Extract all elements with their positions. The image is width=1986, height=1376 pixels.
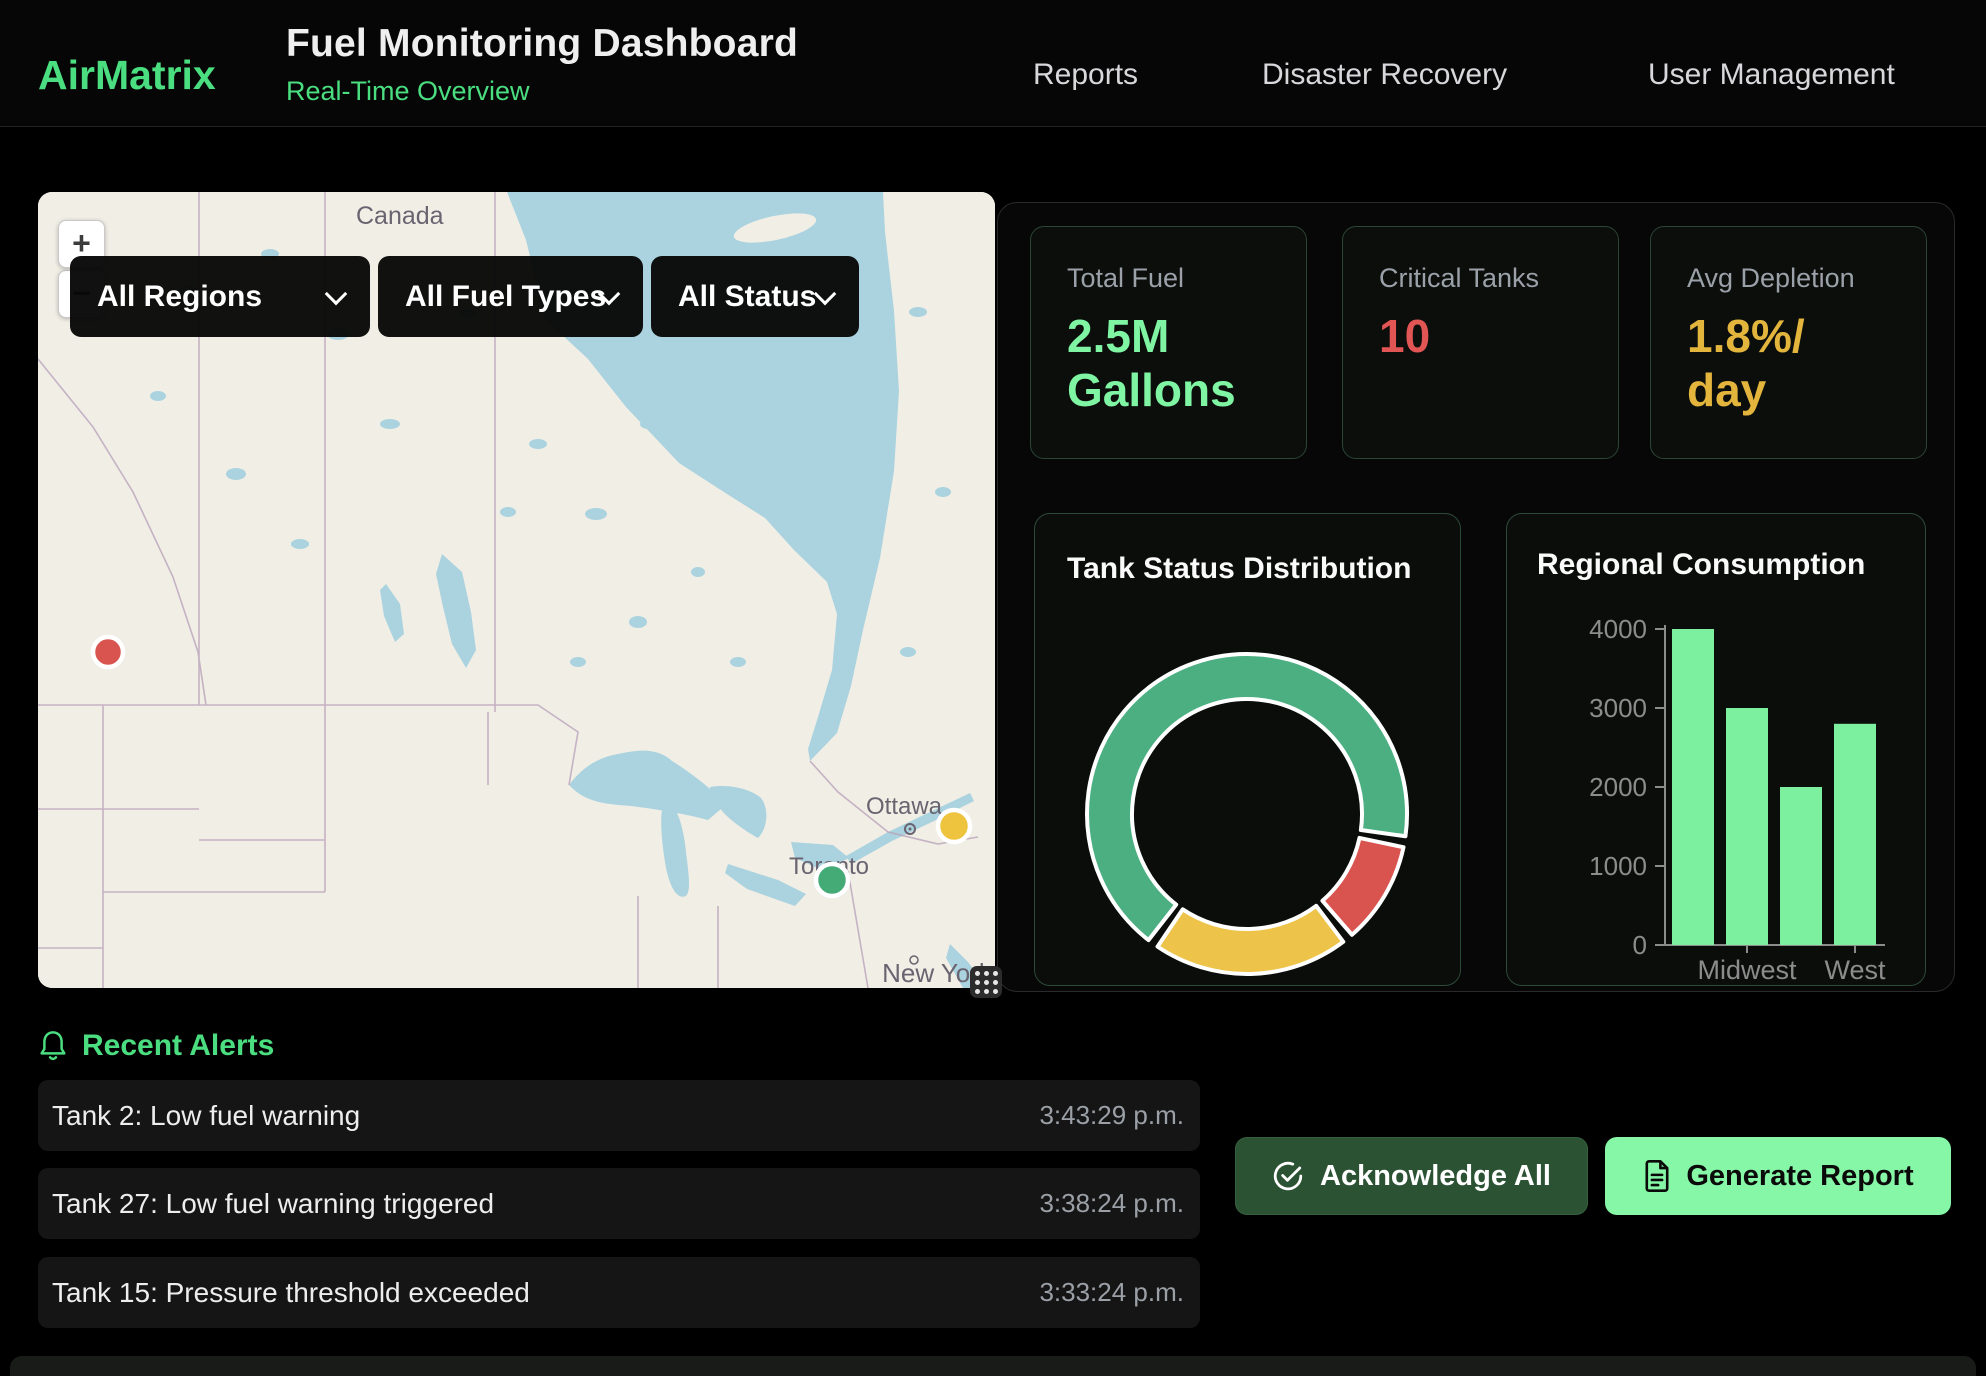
bell-icon: [38, 1029, 68, 1063]
status-filter-dropdown[interactable]: All Status: [651, 256, 859, 337]
total-fuel-label: Total Fuel: [1067, 263, 1184, 294]
total-fuel-card: Total Fuel 2.5MGallons: [1030, 226, 1307, 459]
bottom-panel-edge: [10, 1356, 1976, 1376]
chevron-down-icon: [814, 282, 837, 305]
axis-tick-label: 4000: [1589, 614, 1647, 644]
critical-tanks-label: Critical Tanks: [1379, 263, 1539, 294]
axis-tick-label: 0: [1633, 930, 1647, 960]
avg-depletion-value: 1.8%/day: [1687, 309, 1805, 417]
tank-status-donut-chart: [1035, 514, 1462, 985]
metrics-panel: Total Fuel 2.5MGallons Critical Tanks 10…: [997, 202, 1955, 992]
critical-tanks-value: 10: [1379, 309, 1430, 363]
critical-tank-marker[interactable]: [93, 637, 123, 667]
recent-alerts-title: Recent Alerts: [82, 1029, 274, 1063]
regional-consumption-chart-card: Regional Consumption 01000200030004000Mi…: [1506, 513, 1926, 986]
bar-West: [1834, 724, 1876, 945]
alert-timestamp: 3:38:24 p.m.: [1039, 1188, 1184, 1219]
axis-tick-label: West: [1824, 955, 1886, 985]
map-label-canada: Canada: [356, 202, 444, 230]
fuel-type-filter-value: All Fuel Types: [405, 280, 606, 314]
map-filters: All Regions All Fuel Types All Status: [70, 256, 859, 337]
nav-disaster-recovery[interactable]: Disaster Recovery: [1262, 58, 1507, 92]
nav-user-management[interactable]: User Management: [1648, 58, 1895, 92]
avg-depletion-label: Avg Depletion: [1687, 263, 1855, 294]
page-subtitle: Real-Time Overview: [286, 76, 530, 107]
region-filter-value: All Regions: [97, 280, 262, 314]
total-fuel-value: 2.5MGallons: [1067, 309, 1236, 417]
donut-segment-critical: [1322, 838, 1403, 935]
normal-tank-marker[interactable]: [816, 864, 848, 896]
page-title: Fuel Monitoring Dashboard: [286, 22, 798, 66]
map-label-ottawa: Ottawa: [866, 793, 943, 820]
generate-report-button[interactable]: Generate Report: [1605, 1137, 1951, 1215]
brand-logo: AirMatrix: [38, 52, 216, 99]
critical-tanks-card: Critical Tanks 10: [1342, 226, 1619, 459]
bar-Midwest: [1726, 708, 1768, 945]
fuel-tanks-map[interactable]: Canada Ottawa Toronto New York + − All R…: [38, 192, 995, 988]
bar-region-3: [1780, 787, 1822, 945]
document-icon: [1642, 1159, 1672, 1193]
acknowledge-all-label: Acknowledge All: [1320, 1160, 1551, 1193]
app-header: AirMatrix Fuel Monitoring Dashboard Real…: [0, 0, 1986, 127]
tank-status-chart-card: Tank Status Distribution: [1034, 513, 1461, 986]
axis-tick-label: Midwest: [1697, 955, 1797, 985]
recent-alerts-header: Recent Alerts: [38, 1026, 274, 1066]
alert-timestamp: 3:33:24 p.m.: [1039, 1277, 1184, 1308]
fuel-monitoring-dashboard: AirMatrix Fuel Monitoring Dashboard Real…: [0, 0, 1986, 1376]
alert-text: Tank 27: Low fuel warning triggered: [52, 1188, 494, 1220]
regional-consumption-bar-chart: 0 1000 2000 3000 4000 Midwest West: [1507, 514, 1927, 985]
check-circle-icon: [1272, 1160, 1304, 1192]
alert-timestamp: 3:43:29 p.m.: [1039, 1100, 1184, 1131]
alert-text: Tank 2: Low fuel warning: [52, 1100, 360, 1132]
bar-region-1: [1672, 629, 1714, 945]
chevron-down-icon: [325, 282, 348, 305]
fuel-type-filter-dropdown[interactable]: All Fuel Types: [378, 256, 643, 337]
donut-segment-warning: [1158, 906, 1344, 974]
map-resize-handle[interactable]: [970, 966, 1002, 998]
generate-report-label: Generate Report: [1686, 1160, 1913, 1193]
warning-tank-marker[interactable]: [938, 810, 970, 842]
alert-row: Tank 2: Low fuel warning 3:43:29 p.m.: [38, 1080, 1200, 1151]
alert-row: Tank 27: Low fuel warning triggered 3:38…: [38, 1168, 1200, 1239]
axis-tick-label: 2000: [1589, 772, 1647, 802]
status-filter-value: All Status: [678, 280, 816, 314]
alert-row: Tank 15: Pressure threshold exceeded 3:3…: [38, 1257, 1200, 1328]
axis-tick-label: 1000: [1589, 851, 1647, 881]
avg-depletion-card: Avg Depletion 1.8%/day: [1650, 226, 1927, 459]
nav-reports[interactable]: Reports: [1033, 58, 1138, 92]
region-filter-dropdown[interactable]: All Regions: [70, 256, 370, 337]
axis-tick-label: 3000: [1589, 693, 1647, 723]
acknowledge-all-button[interactable]: Acknowledge All: [1235, 1137, 1588, 1215]
alert-text: Tank 15: Pressure threshold exceeded: [52, 1277, 530, 1309]
